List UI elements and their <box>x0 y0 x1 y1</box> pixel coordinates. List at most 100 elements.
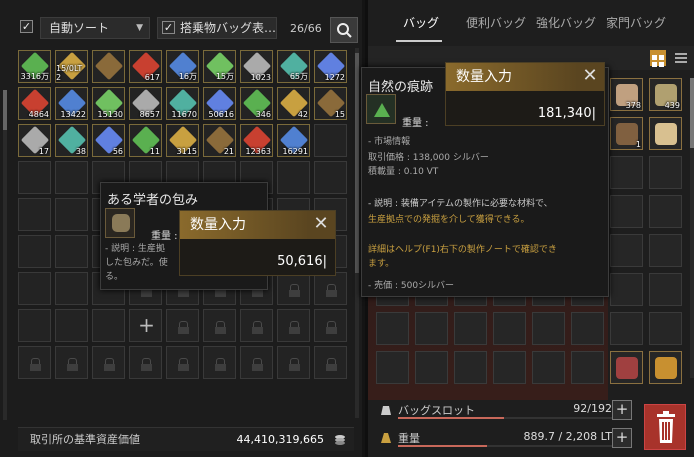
bag-item-slot[interactable]: 378 <box>610 78 643 111</box>
bag-slot[interactable] <box>493 351 526 384</box>
bag-item-slot[interactable]: 1 <box>610 117 643 150</box>
inventory-slot-empty[interactable] <box>18 309 51 342</box>
inventory-slot-empty[interactable] <box>55 235 88 268</box>
close-icon[interactable]: ✕ <box>576 63 604 91</box>
inventory-slot-empty[interactable] <box>92 309 125 342</box>
bag-slot[interactable] <box>532 312 565 345</box>
inventory-item-slot[interactable]: 3115 <box>166 124 199 157</box>
expand-slot-button[interactable]: + <box>612 400 632 420</box>
bag-slot[interactable] <box>454 351 487 384</box>
sort-dropdown[interactable]: 自動ソート ▼ <box>40 17 150 39</box>
locked-slot <box>240 309 273 342</box>
slot-count: 26/66 <box>290 22 322 35</box>
tab-enhance-bag[interactable]: 強化バッグ <box>536 14 596 31</box>
inventory-item-slot[interactable]: 1023 <box>240 50 273 83</box>
tab-family-bag[interactable]: 家門バッグ <box>606 14 666 31</box>
item-quantity: 17 <box>38 147 49 156</box>
inventory-slot-empty[interactable] <box>277 161 310 194</box>
inventory-item-slot[interactable]: 65万 <box>277 50 310 83</box>
left-edge-scrollbar[interactable] <box>3 90 7 420</box>
bag-item-slot[interactable] <box>649 117 682 150</box>
tab-utility-bag[interactable]: 便利バッグ <box>466 14 526 31</box>
inventory-item-slot[interactable]: 42 <box>277 87 310 120</box>
add-slot-button[interactable]: + <box>129 309 162 342</box>
inventory-scrollbar[interactable] <box>355 48 359 418</box>
inventory-item-slot[interactable]: 16291 <box>277 124 310 157</box>
bag-slot[interactable] <box>376 351 409 384</box>
tab-bag[interactable]: バッグ <box>403 14 439 31</box>
inventory-item-slot[interactable]: 15130 <box>92 87 125 120</box>
inventory-item-slot[interactable]: 21 <box>203 124 236 157</box>
bag-slot[interactable] <box>571 312 604 345</box>
inventory-item-slot[interactable]: 38 <box>55 124 88 157</box>
inventory-item-slot[interactable]: 56 <box>92 124 125 157</box>
mount-bag-checkbox[interactable]: ✓ <box>162 21 175 34</box>
bag-slot[interactable] <box>649 312 682 345</box>
inventory-slot-empty[interactable] <box>314 161 347 194</box>
expand-weight-button[interactable]: + <box>612 428 632 448</box>
mount-bag-toggle[interactable]: ✓ 搭乗物バッグ表… <box>157 17 277 39</box>
inventory-slot-empty[interactable] <box>55 309 88 342</box>
bag-item-slot[interactable]: 439 <box>649 78 682 111</box>
inventory-slot-empty[interactable] <box>18 198 51 231</box>
inventory-item-slot[interactable]: 346 <box>240 87 273 120</box>
inventory-slot-empty[interactable] <box>18 272 51 305</box>
inventory-item-slot[interactable]: 617 <box>129 50 162 83</box>
close-icon[interactable]: ✕ <box>307 211 335 239</box>
bag-slot[interactable] <box>649 156 682 189</box>
lock-icon <box>215 321 226 334</box>
inventory-item-slot[interactable]: 11670 <box>166 87 199 120</box>
locked-slot <box>92 346 125 379</box>
inventory-item-slot[interactable] <box>92 50 125 83</box>
bag-slot[interactable] <box>532 351 565 384</box>
bag-slot[interactable] <box>415 312 448 345</box>
lock-icon <box>326 284 337 297</box>
inventory-item-slot[interactable]: 13422 <box>55 87 88 120</box>
bag-slot[interactable] <box>610 234 643 267</box>
search-button[interactable] <box>330 17 358 43</box>
inventory-slot-empty[interactable] <box>18 161 51 194</box>
grid-view-icon[interactable] <box>650 50 666 67</box>
bag-slot[interactable] <box>649 195 682 228</box>
inventory-item-slot[interactable]: 1272 <box>314 50 347 83</box>
bag-slot[interactable] <box>649 273 682 306</box>
inventory-item-slot[interactable]: 4864 <box>18 87 51 120</box>
mount-bag-label: 搭乗物バッグ表… <box>180 21 277 35</box>
bag-item-slot[interactable] <box>610 351 643 384</box>
list-view-icon[interactable] <box>673 50 689 66</box>
bag-slot[interactable] <box>376 312 409 345</box>
inventory-item-slot[interactable]: 3316万 <box>18 50 51 83</box>
bag-slot[interactable] <box>610 195 643 228</box>
bag-scrollbar[interactable] <box>690 78 694 378</box>
locked-slot <box>203 309 236 342</box>
inventory-item-slot[interactable]: 12363 <box>240 124 273 157</box>
inventory-item-slot[interactable]: 15 <box>314 87 347 120</box>
bag-slot[interactable] <box>610 312 643 345</box>
inventory-slot-empty[interactable] <box>55 198 88 231</box>
bag-slot[interactable] <box>571 351 604 384</box>
bag-item-slot[interactable] <box>649 351 682 384</box>
bag-slot[interactable] <box>415 351 448 384</box>
auto-sort-checkbox[interactable]: ✓ <box>20 20 33 33</box>
inventory-slot-empty[interactable] <box>55 272 88 305</box>
bag-slot[interactable] <box>454 312 487 345</box>
bag-slot[interactable] <box>610 273 643 306</box>
bag-slot[interactable] <box>649 234 682 267</box>
quantity-input-left[interactable]: 50,616| <box>277 254 327 269</box>
trash-button[interactable] <box>644 404 686 450</box>
quantity-input-right[interactable]: 181,340| <box>538 106 596 121</box>
inventory-item-slot[interactable]: 15/0LT 2 <box>55 50 88 83</box>
inventory-item-slot[interactable]: 11 <box>129 124 162 157</box>
inventory-item-slot[interactable]: 50616 <box>203 87 236 120</box>
inventory-slot-empty[interactable] <box>18 235 51 268</box>
inventory-slot-empty[interactable] <box>314 124 347 157</box>
weight-stat: 重量 889.7 / 2,208 LT <box>380 430 620 452</box>
bag-slot[interactable] <box>610 156 643 189</box>
bag-slot[interactable] <box>493 312 526 345</box>
inventory-item-slot[interactable]: 8657 <box>129 87 162 120</box>
inventory-slot-empty[interactable] <box>55 161 88 194</box>
inventory-item-slot[interactable]: 15万 <box>203 50 236 83</box>
inventory-item-slot[interactable]: 17 <box>18 124 51 157</box>
inventory-item-slot[interactable]: 16万 <box>166 50 199 83</box>
tooltip-desc-3: る。 <box>105 272 124 282</box>
